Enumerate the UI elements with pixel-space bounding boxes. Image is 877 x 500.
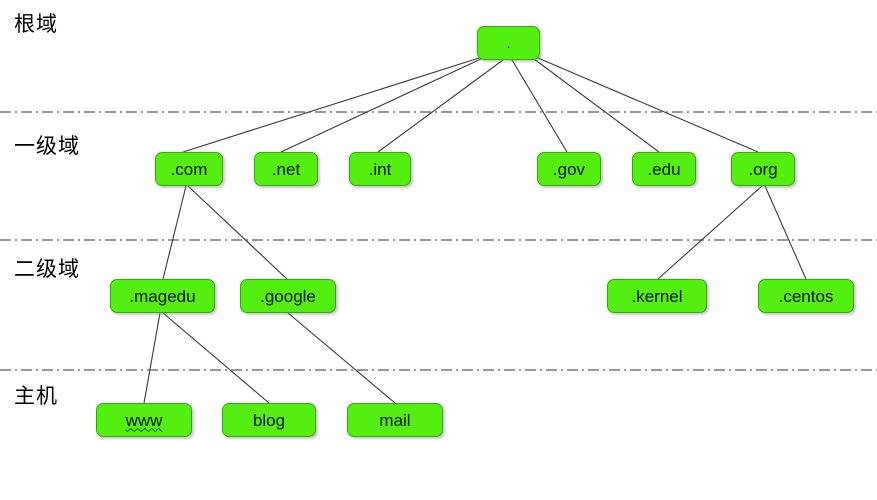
node-label-int: .int [368,159,392,179]
node-root[interactable]: . [477,26,540,60]
edge-google-to-mail [287,312,396,404]
tier-label: 主机 [14,384,58,408]
edge-root-to-gov [511,59,568,153]
node-label-kernel: .kernel [631,286,683,306]
node-label-net: .net [271,159,301,179]
edge-magedu-to-www [143,312,161,404]
node-com[interactable]: .com [155,152,223,186]
node-mail[interactable]: mail [347,403,443,437]
node-label-blog: blog [252,410,286,430]
tier-label: 一级域 [14,134,80,158]
edge-root-to-net [280,57,484,153]
edge-root-to-com [182,57,480,153]
node-label-com: .com [170,159,208,179]
node-kernel[interactable]: .kernel [607,279,707,313]
node-label-www: www [125,410,163,430]
edge-org-to-kernel [657,185,763,280]
edge-com-to-magedu [162,185,187,280]
node-label-org: .org [748,159,778,179]
edge-root-to-org [537,57,759,153]
tier-label: 二级域 [14,257,80,281]
edge-root-to-int [377,59,504,153]
node-google[interactable]: .google [240,279,336,313]
node-org[interactable]: .org [731,152,795,186]
node-label-gov: .gov [552,159,586,179]
edge-root-to-edu [533,58,660,153]
node-label-edu: .edu [647,159,681,179]
node-label-mail: mail [379,410,411,430]
node-magedu[interactable]: .magedu [110,279,215,313]
node-label-google: .google [260,286,316,306]
tier-label: 根域 [14,12,58,36]
node-edu[interactable]: .edu [632,152,696,186]
edge-magedu-to-blog [162,312,270,404]
node-www[interactable]: www [96,403,192,437]
node-centos[interactable]: .centos [758,279,854,313]
edge-org-to-centos [764,185,807,280]
dns-hierarchy-diagram: 根域一级域二级域主机 . .com .net .int .gov .edu .org .mag… [0,0,877,500]
node-label-magedu: .magedu [129,286,196,306]
node-gov[interactable]: .gov [537,152,601,186]
node-label-centos: .centos [778,286,834,306]
edge-com-to-google [187,185,288,280]
node-net[interactable]: .net [254,152,318,186]
node-blog[interactable]: blog [222,403,316,437]
node-int[interactable]: .int [349,152,411,186]
node-label-root: . [506,35,511,51]
